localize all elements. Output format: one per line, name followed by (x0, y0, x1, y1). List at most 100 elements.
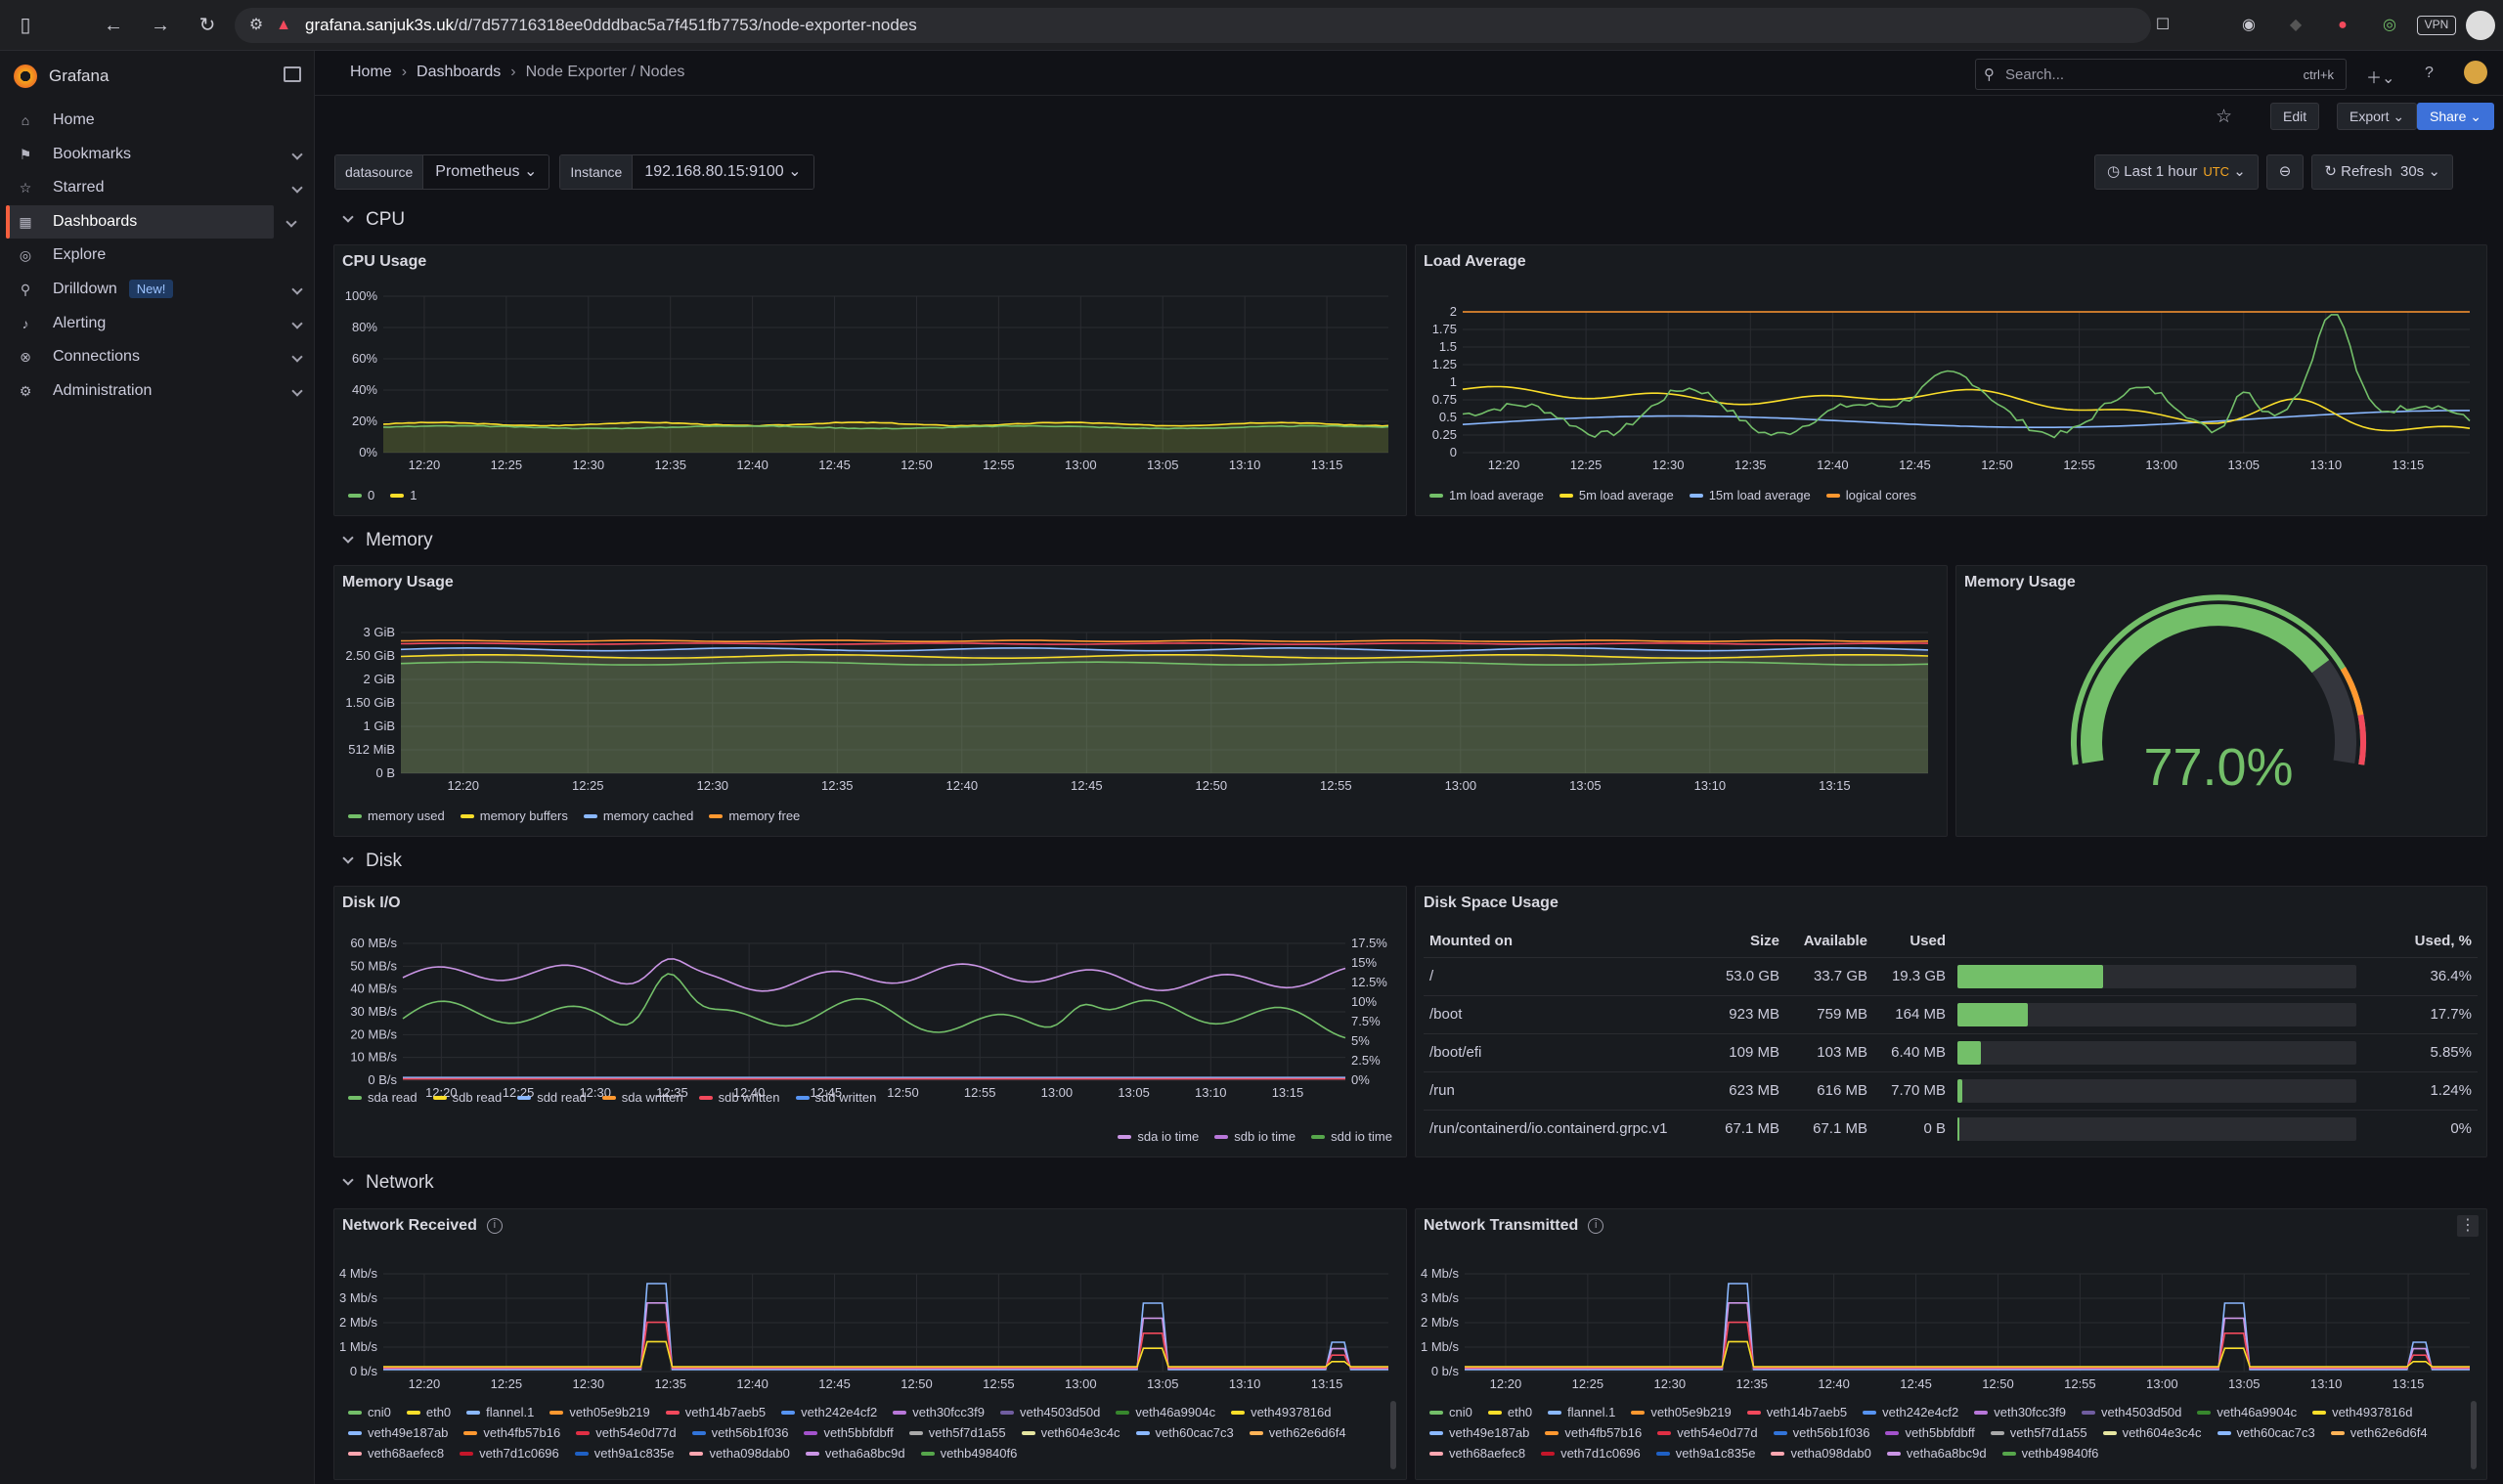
star-dashboard-icon[interactable]: ☆ (2216, 106, 2232, 128)
legend-item[interactable]: vetha6a8bc9d (805, 1446, 905, 1461)
row-title-network[interactable]: Network (366, 1172, 434, 1194)
legend-item[interactable]: veth49e187ab (1429, 1425, 1529, 1440)
profile-avatar[interactable] (2466, 11, 2495, 40)
legend-item[interactable]: sdb written (698, 1090, 780, 1105)
brand[interactable]: Grafana (14, 65, 109, 88)
row-collapse-icon[interactable] (342, 852, 354, 864)
legend-item[interactable]: veth30fcc3f9 (893, 1405, 985, 1419)
datasource-variable[interactable]: datasource Prometheus ⌄ (334, 154, 550, 190)
legend-item[interactable]: logical cores (1825, 488, 1916, 502)
legend-item[interactable]: eth0 (406, 1405, 451, 1419)
legend-item[interactable]: veth30fcc3f9 (1974, 1405, 2066, 1419)
legend-item[interactable]: veth60cac7c3 (1135, 1425, 1234, 1440)
legend-item[interactable]: veth14b7aeb5 (1746, 1405, 1847, 1419)
legend-item[interactable]: veth62e6d6f4 (2330, 1425, 2428, 1440)
legend-item[interactable]: veth4fb57b16 (463, 1425, 560, 1440)
row-collapse-icon[interactable] (342, 1174, 354, 1186)
chevron-down-icon[interactable] (291, 351, 303, 363)
extension-icon[interactable]: ● (2331, 14, 2354, 37)
legend-scrollbar[interactable] (1390, 1401, 1396, 1469)
legend-item[interactable]: veth7d1c0696 (1541, 1446, 1641, 1461)
legend-item[interactable]: vethb49840f6 (2001, 1446, 2098, 1461)
legend-item[interactable]: veth4503d50d (999, 1405, 1100, 1419)
legend-item[interactable]: veth68aefec8 (348, 1446, 444, 1461)
forward-icon[interactable]: → (149, 14, 172, 37)
chevron-down-icon[interactable] (291, 284, 303, 295)
legend-item[interactable]: sdb io time (1214, 1129, 1295, 1144)
legend-item[interactable]: veth56b1f036 (691, 1425, 788, 1440)
legend-item[interactable]: veth604e3c4c (2102, 1425, 2202, 1440)
help-icon[interactable]: ? (2425, 65, 2434, 82)
refresh-interval[interactable]: 30s (2400, 163, 2424, 180)
legend-item[interactable]: veth54e0d77d (1657, 1425, 1758, 1440)
sidebar-item-home[interactable]: ⌂ Home (6, 104, 309, 137)
dock-menu-icon[interactable] (284, 66, 301, 82)
panel-disk-space[interactable]: Disk Space Usage Mounted on Size Availab… (1415, 886, 2487, 1157)
legend-item[interactable]: veth46a9904c (1116, 1405, 1215, 1419)
sidebar-item-bookmarks[interactable]: ⚑ Bookmarks (6, 138, 309, 171)
column-header[interactable]: Mounted on (1424, 926, 1707, 957)
legend-item[interactable]: veth14b7aeb5 (665, 1405, 766, 1419)
sidebar-item-dashboards[interactable]: ▦ Dashboards (6, 204, 297, 239)
row-collapse-icon[interactable] (342, 211, 354, 223)
legend-item[interactable]: veth5f7d1a55 (908, 1425, 1006, 1440)
legend-item[interactable]: veth4937816d (1231, 1405, 1332, 1419)
legend-item[interactable]: veth46a9904c (2197, 1405, 2297, 1419)
legend-item[interactable]: 1 (390, 488, 417, 502)
datasource-select[interactable]: Prometheus ⌄ (423, 155, 549, 189)
legend-item[interactable]: cni0 (1429, 1405, 1472, 1419)
legend-item[interactable]: sdb read (432, 1090, 502, 1105)
legend-item[interactable]: 1m load average (1429, 488, 1544, 502)
legend-item[interactable]: sda io time (1118, 1129, 1199, 1144)
sidebar-item-alerting[interactable]: ♪ Alerting (6, 307, 309, 340)
chevron-down-icon[interactable] (291, 182, 303, 194)
back-icon[interactable]: ← (102, 14, 125, 37)
time-range-picker[interactable]: ◷ Last 1 hour UTC ⌄ (2094, 154, 2259, 190)
column-header[interactable]: Used (1873, 926, 1952, 957)
extension-icon[interactable]: ◉ (2237, 14, 2261, 37)
legend-item[interactable]: sda written (601, 1090, 683, 1105)
sidebar-item-drilldown[interactable]: ⚲ Drilldown New! (6, 273, 309, 306)
reload-icon[interactable]: ↻ (196, 14, 219, 37)
legend-scrollbar[interactable] (2471, 1401, 2477, 1469)
legend-item[interactable]: veth05e9b219 (549, 1405, 650, 1419)
address-bar[interactable]: ⚙ ▲ grafana.sanjuk3s.uk/d/7d57716318ee0d… (235, 8, 2170, 43)
row-collapse-icon[interactable] (342, 532, 354, 544)
zoom-out-button[interactable]: ⊖ (2265, 154, 2305, 190)
legend-item[interactable]: memory used (348, 808, 445, 823)
legend-item[interactable]: veth242e4cf2 (1863, 1405, 1958, 1419)
legend-item[interactable]: veth604e3c4c (1021, 1425, 1120, 1440)
instance-variable[interactable]: Instance 192.168.80.15:9100 ⌄ (559, 154, 814, 190)
legend-item[interactable]: cni0 (348, 1405, 391, 1419)
bookmark-page-icon[interactable]: ☐ (2151, 14, 2174, 37)
legend-item[interactable]: veth05e9b219 (1631, 1405, 1732, 1419)
row-title-memory[interactable]: Memory (366, 530, 433, 551)
legend-item[interactable]: 0 (348, 488, 374, 502)
legend-item[interactable]: veth56b1f036 (1773, 1425, 1869, 1440)
panel-memory-usage[interactable]: Memory Usage 3 GiB 2.50 GiB 2 GiB 1.50 GiB 1… (333, 565, 1948, 837)
column-header[interactable]: Available (1785, 926, 1873, 957)
legend-item[interactable]: veth9a1c835e (1655, 1446, 1755, 1461)
extension-icon[interactable]: ◆ (2284, 14, 2307, 37)
legend-item[interactable]: veth5bbfdbff (804, 1425, 894, 1440)
breadcrumb-dashboards[interactable]: Dashboards (417, 64, 501, 81)
export-button[interactable]: Export ⌄ (2337, 103, 2418, 130)
column-header[interactable]: Size (1707, 926, 1785, 957)
breadcrumb-home[interactable]: Home (350, 64, 392, 81)
legend-item[interactable]: veth68aefec8 (1429, 1446, 1525, 1461)
legend-item[interactable]: veth5f7d1a55 (1990, 1425, 2087, 1440)
legend-item[interactable]: veth4937816d (2312, 1405, 2413, 1419)
panel-network-received[interactable]: Network Received i 4 Mb/s 3 Mb/s 2 Mb/s 1 Mb… (333, 1208, 1407, 1480)
extension-icon[interactable]: ◎ (2378, 14, 2401, 37)
legend-item[interactable]: veth54e0d77d (576, 1425, 677, 1440)
chevron-down-icon[interactable] (291, 385, 303, 397)
legend-item[interactable]: memory buffers (460, 808, 568, 823)
sidebar-item-starred[interactable]: ☆ Starred (6, 171, 309, 204)
legend-item[interactable]: veth242e4cf2 (781, 1405, 877, 1419)
row-title-disk[interactable]: Disk (366, 851, 402, 872)
sidebar-item-explore[interactable]: ◎ Explore (6, 239, 309, 272)
search-input[interactable]: ⚲ Search... ctrl+k (1975, 59, 2347, 90)
panel-load-average[interactable]: Load Average 2 1.75 1.5 1.25 1 0.75 0.5 0.25 0 12… (1415, 244, 2487, 516)
legend-item[interactable]: vethb49840f6 (920, 1446, 1017, 1461)
sidebar-toggle-icon[interactable]: ▯ (14, 14, 37, 37)
